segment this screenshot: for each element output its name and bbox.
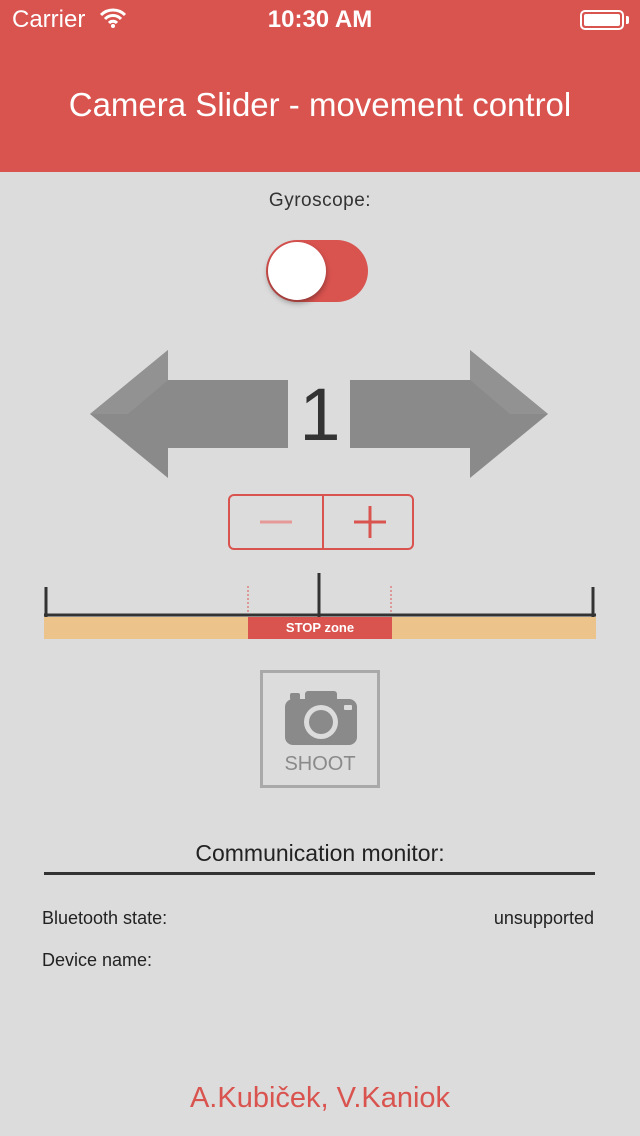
arrow-left-icon <box>90 350 288 478</box>
toggle-knob <box>268 242 326 300</box>
battery-tip <box>626 16 629 24</box>
increment-button[interactable] <box>322 496 416 548</box>
bluetooth-state-label: Bluetooth state: <box>42 908 168 928</box>
move-right-button[interactable] <box>350 350 550 483</box>
plus-icon <box>354 506 386 538</box>
decrement-button[interactable] <box>230 496 322 548</box>
app-header: Carrier 10:30 AM Camera Slider - movemen… <box>0 0 640 172</box>
monitor-title: Communication monitor: <box>195 840 445 866</box>
battery-icon <box>580 10 624 30</box>
shoot-button[interactable]: SHOOT <box>260 670 380 788</box>
footer-authors: A.Kubiček, V.Kaniok <box>189 1082 451 1114</box>
device-name-label: Device name: <box>42 950 153 970</box>
minus-icon <box>260 520 292 524</box>
gyroscope-toggle[interactable] <box>266 240 368 302</box>
camera-icon <box>285 691 357 745</box>
status-bar: Carrier 10:30 AM <box>0 0 640 40</box>
status-time: 10:30 AM <box>267 6 373 33</box>
bluetooth-state-value: unsupported <box>493 908 594 928</box>
gyroscope-label: Gyroscope: <box>268 190 372 211</box>
stop-zone-label: STOP zone <box>248 617 392 639</box>
move-left-button[interactable] <box>90 350 290 483</box>
monitor-divider <box>44 872 595 875</box>
page-title: Camera Slider - movement control <box>68 86 572 123</box>
shoot-label: SHOOT <box>284 753 356 775</box>
arrow-right-icon <box>350 350 548 478</box>
speed-stepper <box>228 494 414 550</box>
